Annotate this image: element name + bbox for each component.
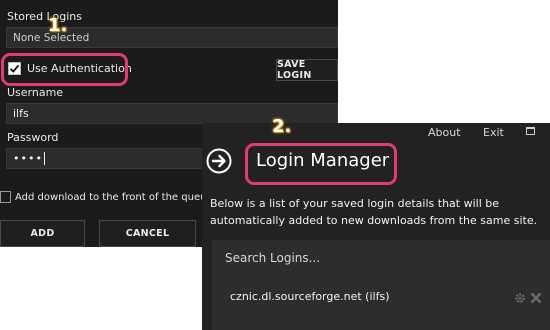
cancel-button[interactable]: CANCEL [99,220,196,247]
back-arrow-button[interactable] [206,148,232,174]
search-logins-input[interactable]: Search Logins... [225,251,320,265]
about-link[interactable]: About [428,126,461,139]
text-cursor [43,152,45,165]
arrow-right-circle-icon [206,148,232,174]
login-list-item[interactable]: cznic.dl.sourceforge.net (ilfs) [212,283,550,311]
exit-link[interactable]: Exit [483,126,504,139]
add-button[interactable]: ADD [0,220,85,247]
login-entry-text: cznic.dl.sourceforge.net (ilfs) [230,290,390,303]
username-label: Username [7,86,64,99]
highlight-login-manager [245,143,397,185]
save-login-button[interactable]: SAVE LOGIN [276,59,338,81]
password-label: Password [7,131,59,144]
password-value: •••• [13,152,43,165]
description-text: Below is a list of your saved login deta… [210,197,538,227]
stored-logins-label: Stored Logins [7,10,82,23]
maximize-icon[interactable] [526,127,535,135]
queue-front-option[interactable]: Add download to the front of the queue [0,191,213,203]
step-2-label: 2. [272,116,292,137]
highlight-use-authentication [1,53,128,86]
gear-icon[interactable] [514,292,526,304]
queue-front-checkbox[interactable] [0,191,11,203]
username-value: ilfs [13,107,29,120]
logins-list-panel: Search Logins... cznic.dl.sourceforge.ne… [212,240,550,330]
queue-front-label: Add download to the front of the queue [15,191,213,203]
close-icon[interactable] [530,292,542,304]
step-1-label: 1. [48,15,68,36]
